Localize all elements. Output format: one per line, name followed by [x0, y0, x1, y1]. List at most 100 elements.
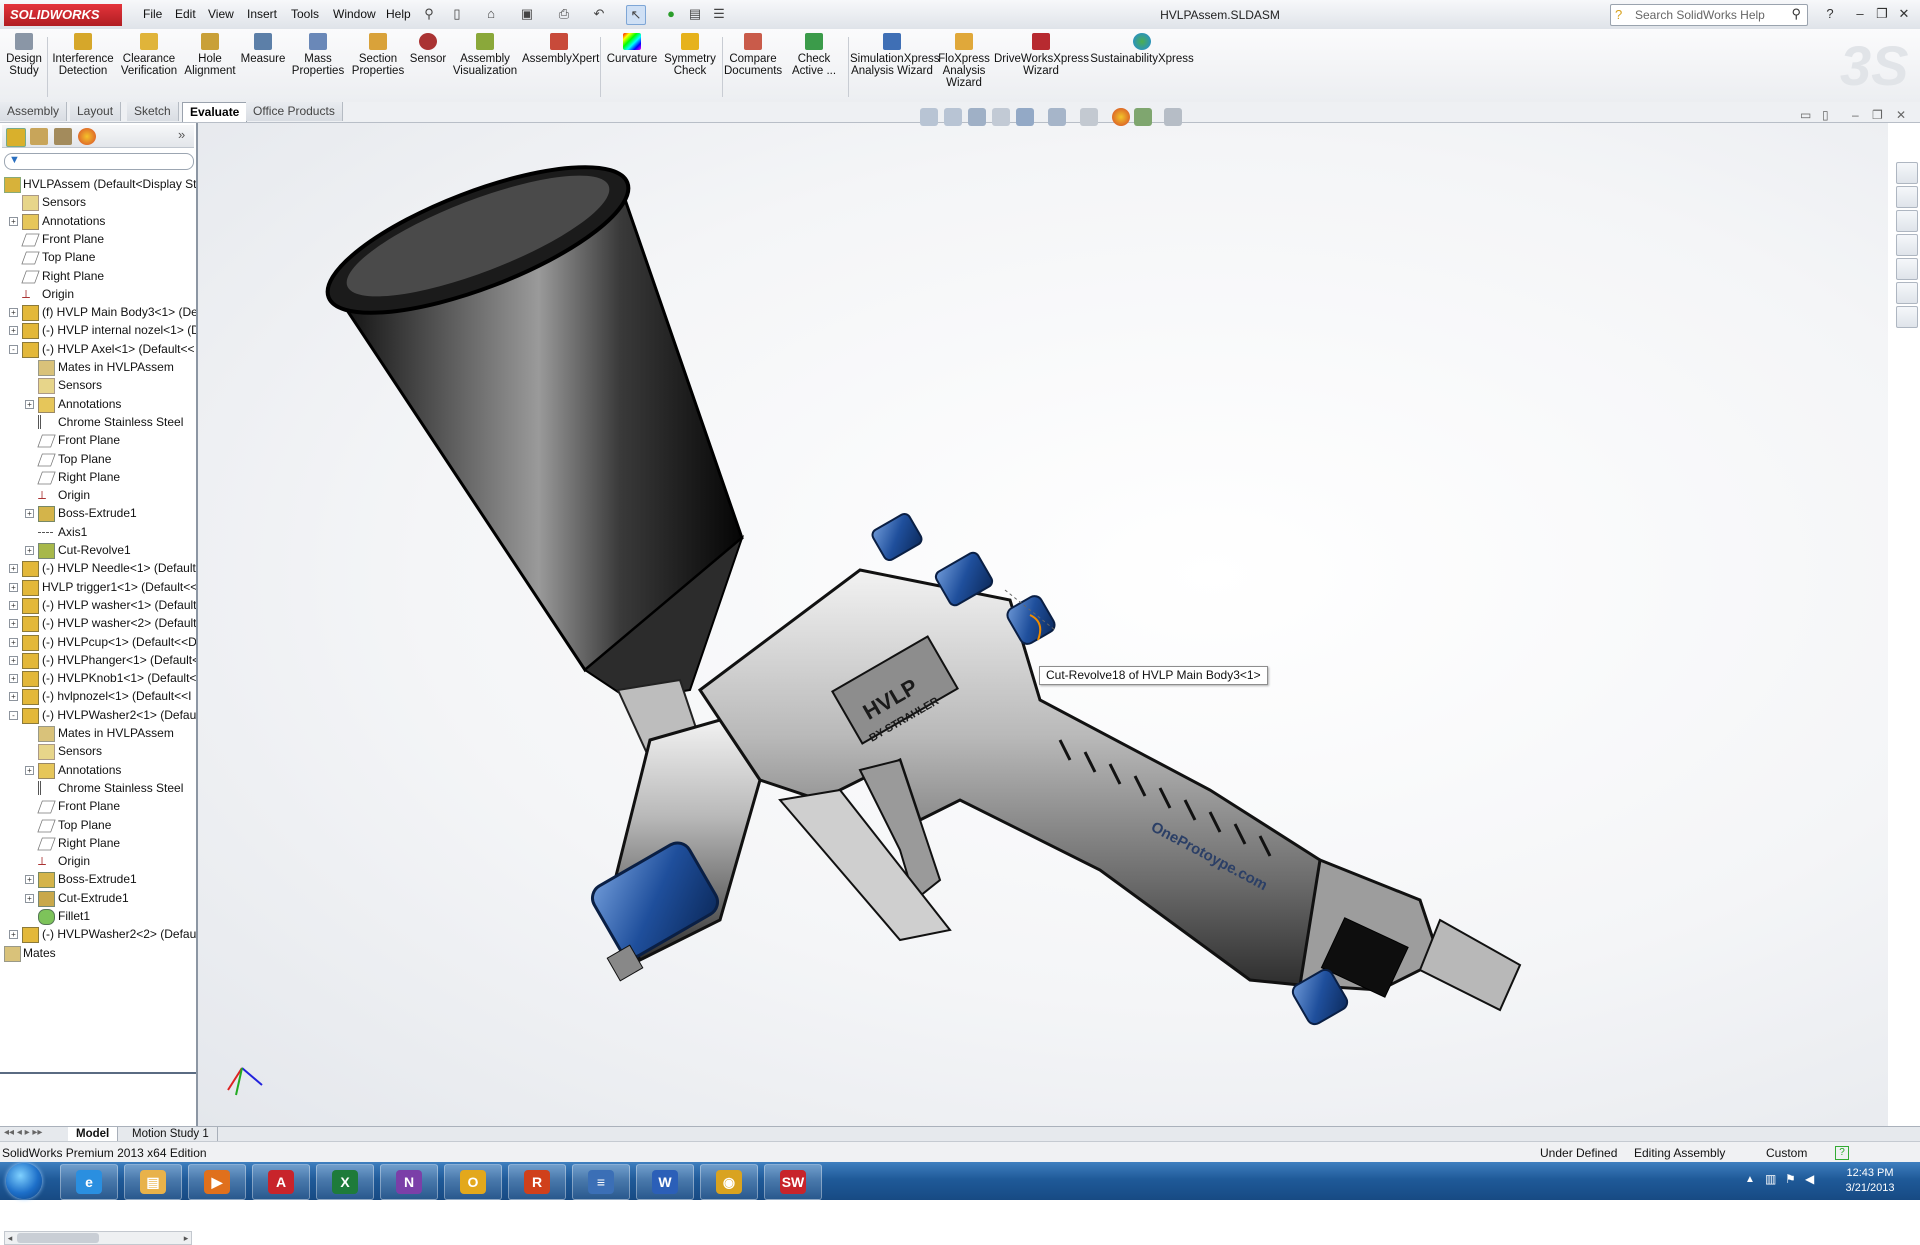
floxpress-button[interactable]: FloXpress Analysis Wizard — [936, 33, 992, 89]
section-view-icon[interactable] — [992, 108, 1010, 126]
tree-item[interactable]: Chrome Stainless Steel — [0, 779, 196, 797]
collapse-icon[interactable]: - — [9, 710, 18, 720]
tree-item[interactable]: Sensors — [0, 376, 196, 395]
tree-item[interactable]: Top Plane — [0, 248, 196, 266]
configuration-manager-icon[interactable] — [54, 128, 72, 145]
tree-item[interactable]: + Boss-Extrude1 — [0, 504, 196, 523]
taskbar-button[interactable]: ▤ — [124, 1164, 182, 1200]
tree-item[interactable]: + (-) HVLPKnob1<1> (Default< — [0, 669, 196, 688]
doc-minimize-icon[interactable]: – — [1852, 108, 1859, 122]
scroll-thumb[interactable] — [17, 1233, 99, 1243]
menu-file[interactable]: File — [143, 7, 162, 21]
compare-documents-button[interactable]: Compare Documents — [724, 33, 782, 77]
expand-icon[interactable]: + — [9, 619, 18, 629]
expand-icon[interactable]: + — [25, 509, 34, 519]
search-icon[interactable]: ⚲ — [1791, 6, 1801, 22]
expand-icon[interactable]: + — [9, 600, 18, 610]
taskbar-button[interactable]: ≡ — [572, 1164, 630, 1200]
close-icon[interactable]: ✕ — [1894, 5, 1914, 23]
hole-alignment-button[interactable]: Hole Alignment — [182, 33, 238, 77]
expand-icon[interactable]: + — [9, 637, 18, 647]
menu-insert[interactable]: Insert — [247, 7, 277, 21]
feature-tree-icon[interactable] — [6, 128, 26, 147]
doc-close-icon[interactable]: ✕ — [1896, 108, 1906, 122]
view-palette-icon[interactable] — [1896, 258, 1918, 280]
search-pane-icon[interactable] — [1896, 234, 1918, 256]
expand-icon[interactable]: + — [9, 582, 18, 592]
tree-item[interactable]: Front Plane — [0, 797, 196, 815]
tree-item[interactable]: + (f) HVLP Main Body3<1> (De — [0, 303, 196, 322]
tree-item[interactable]: Sensors — [0, 193, 196, 212]
tree-item[interactable]: + (-) HVLPcup<1> (Default<<D — [0, 633, 196, 651]
start-button[interactable] — [6, 1163, 42, 1199]
assembly-visualization-button[interactable]: Assembly Visualization — [450, 33, 520, 77]
sustainabilityxpress-button[interactable]: SustainabilityXpress — [1090, 33, 1194, 65]
minimize-icon[interactable]: – — [1850, 5, 1870, 23]
view-orientation-icon[interactable] — [1016, 108, 1034, 126]
design-study-button[interactable]: Design Study — [4, 33, 44, 77]
tree-item[interactable]: + HVLP trigger1<1> (Default<< — [0, 578, 196, 596]
view-settings-icon[interactable] — [1164, 108, 1182, 126]
rebuild-icon[interactable]: ● — [662, 5, 680, 23]
taskbar-button[interactable]: W — [636, 1164, 694, 1200]
undo-icon[interactable]: ↶ — [590, 5, 608, 23]
tree-item[interactable]: + Annotations — [0, 212, 196, 230]
taskbar-button[interactable]: X — [316, 1164, 374, 1200]
tree-item[interactable]: + Cut-Extrude1 — [0, 889, 196, 907]
simulationxpress-button[interactable]: SimulationXpress Analysis Wizard — [850, 33, 939, 77]
pin-icon[interactable]: ⚲ — [420, 5, 438, 23]
solidworks-logo[interactable]: SOLIDWORKS — [4, 4, 122, 26]
expand-icon[interactable]: + — [25, 546, 34, 555]
tab-assembly[interactable]: Assembly — [0, 102, 68, 121]
taskbar-button[interactable]: N — [380, 1164, 438, 1200]
sensor-button[interactable]: Sensor — [408, 33, 448, 65]
edit-appearance-icon[interactable] — [1112, 108, 1130, 126]
tree-item[interactable]: ⟂ Origin — [0, 486, 196, 504]
tree-item[interactable]: ⟂ Origin — [0, 852, 196, 870]
tree-item[interactable]: Top Plane — [0, 450, 196, 468]
measure-button[interactable]: Measure — [240, 33, 286, 65]
print-icon[interactable]: ⎙ — [555, 5, 573, 23]
tree-item[interactable]: Right Plane — [0, 267, 196, 285]
tree-item[interactable]: + (-) HVLP washer<2> (Default — [0, 614, 196, 633]
taskbar-button[interactable]: O — [444, 1164, 502, 1200]
expand-icon[interactable]: + — [9, 674, 18, 684]
tree-item[interactable]: + (-) HVLPhanger<1> (Default< — [0, 651, 196, 669]
expand-icon[interactable]: + — [9, 564, 18, 574]
collapse-panel-icon[interactable]: » — [178, 127, 185, 142]
expand-icon[interactable]: + — [25, 765, 34, 775]
expand-icon[interactable]: + — [25, 893, 34, 903]
taskbar-button[interactable]: R — [508, 1164, 566, 1200]
expand-icon[interactable]: + — [9, 216, 18, 226]
tree-item[interactable]: +Mates — [0, 944, 196, 962]
tile-vertical-icon[interactable]: ▯ — [1822, 108, 1829, 122]
tree-item[interactable]: Front Plane — [0, 431, 196, 449]
display-manager-icon[interactable] — [78, 128, 96, 145]
tree-item[interactable]: Right Plane — [0, 834, 196, 852]
tree-item[interactable]: Mates in HVLPAssem — [0, 358, 196, 376]
tree-item[interactable]: Axis1 — [0, 523, 196, 541]
expand-icon[interactable]: + — [9, 308, 18, 318]
hvlp-spray-gun-model[interactable]: HVLP BY STRAHLER OneProtoype.com — [198, 123, 1888, 1126]
save-icon[interactable]: ▣ — [518, 5, 536, 23]
expand-icon[interactable]: + — [25, 875, 34, 885]
tab-sketch[interactable]: Sketch — [127, 102, 179, 121]
scroll-right-icon[interactable]: ▸ — [181, 1232, 191, 1244]
menu-window[interactable]: Window — [333, 7, 376, 21]
curvature-button[interactable]: Curvature — [604, 33, 660, 65]
tree-item[interactable]: + Boss-Extrude1 — [0, 870, 196, 889]
section-properties-button[interactable]: Section Properties — [350, 33, 406, 77]
tree-horizontal-scrollbar[interactable]: ◂ ▸ — [4, 1231, 192, 1245]
quick-tips-help[interactable]: ? — [1835, 1146, 1849, 1160]
tree-item[interactable]: HVLPAssem (Default<Display St — [0, 175, 196, 193]
tree-item[interactable]: Top Plane — [0, 816, 196, 834]
doc-restore-icon[interactable]: ❐ — [1872, 108, 1883, 122]
tree-item[interactable]: + Cut-Revolve1 — [0, 541, 196, 559]
mass-properties-button[interactable]: Mass Properties — [288, 33, 348, 77]
network-icon[interactable]: ▥ — [1765, 1172, 1776, 1186]
tab-layout[interactable]: Layout — [70, 102, 122, 121]
search-help-box[interactable]: ? Search SolidWorks Help ⚲ — [1610, 4, 1808, 26]
tree-item[interactable]: + Annotations — [0, 761, 196, 779]
tab-evaluate[interactable]: Evaluate — [182, 102, 248, 122]
tree-item[interactable]: Sensors — [0, 742, 196, 761]
